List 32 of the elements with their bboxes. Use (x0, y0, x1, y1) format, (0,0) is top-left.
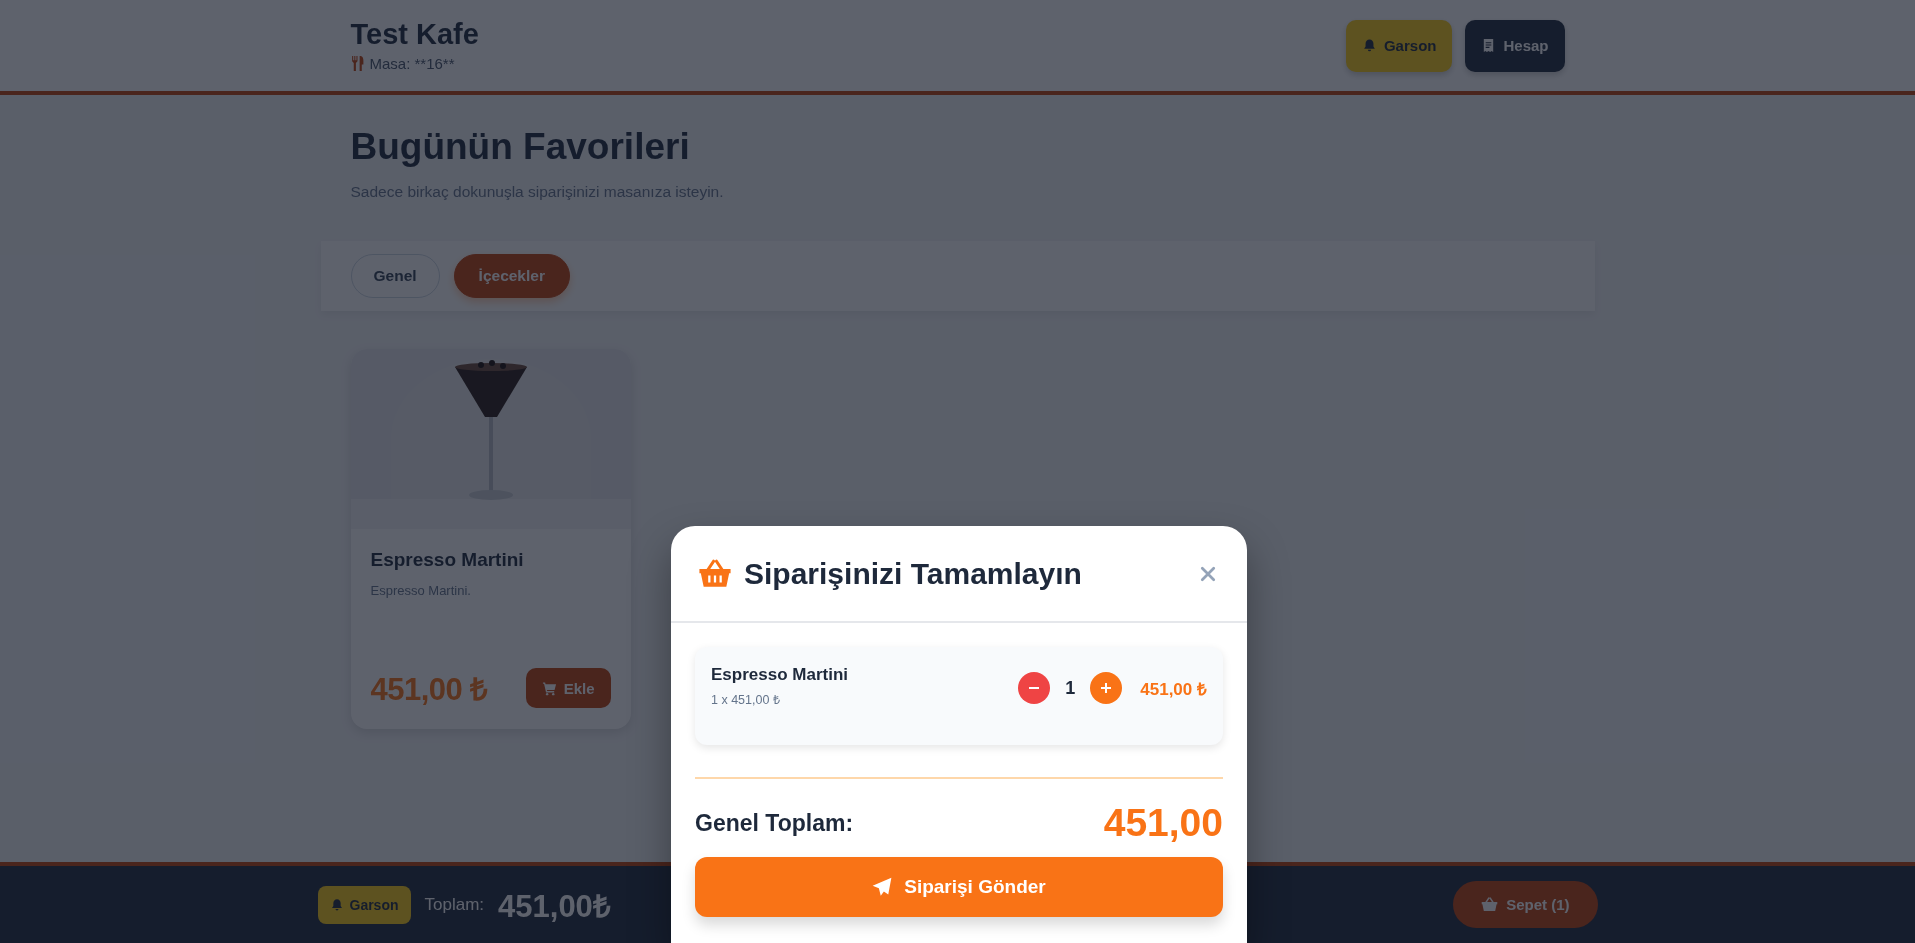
bill-button[interactable]: Hesap (1465, 19, 1565, 72)
cafe-name: Test Kafe (350, 19, 479, 51)
call-waiter-button[interactable]: Garson (1345, 19, 1453, 72)
item-total: 451,00 ₺ (1140, 678, 1207, 700)
bell-icon (1361, 38, 1377, 53)
category-tab[interactable]: İçecekler (453, 254, 570, 299)
decrease-button[interactable] (1018, 672, 1051, 704)
submit-order-button[interactable]: Siparişi Gönder (695, 857, 1223, 917)
increase-button[interactable] (1090, 672, 1123, 704)
table-number: Masa: **16** (369, 54, 455, 72)
plus-icon (1100, 682, 1113, 694)
call-waiter-button[interactable]: Garson (317, 885, 411, 924)
modal-title: Siparişinizi Tamamlayın (744, 556, 1083, 591)
bell-icon (329, 897, 344, 912)
grand-total-amount: 451,00 (1103, 801, 1223, 845)
total-amount: 451,00₺ (498, 887, 611, 926)
category-tab[interactable]: Genel (350, 254, 440, 299)
item-name: Espresso Martini (711, 665, 848, 685)
cart-button[interactable]: Sepet (1) (1453, 881, 1598, 928)
page-heading: Bugünün Favorileri (350, 125, 691, 169)
product-name: Espresso Martini (370, 549, 525, 572)
grand-total-label: Genel Toplam: (695, 809, 854, 837)
paper-plane-icon (872, 877, 893, 897)
item-quantity: 1 (1064, 677, 1077, 699)
total-label: Toplam: (424, 894, 485, 915)
product-price: 451,00 ₺ (370, 671, 488, 710)
add-to-cart-button[interactable]: Ekle (525, 668, 611, 709)
item-unit-price: 1 x 451,00 ₺ (711, 692, 781, 708)
basket-icon (1481, 896, 1499, 913)
utensils-icon (350, 55, 364, 71)
close-icon (1200, 565, 1216, 582)
cart-icon (541, 680, 557, 696)
